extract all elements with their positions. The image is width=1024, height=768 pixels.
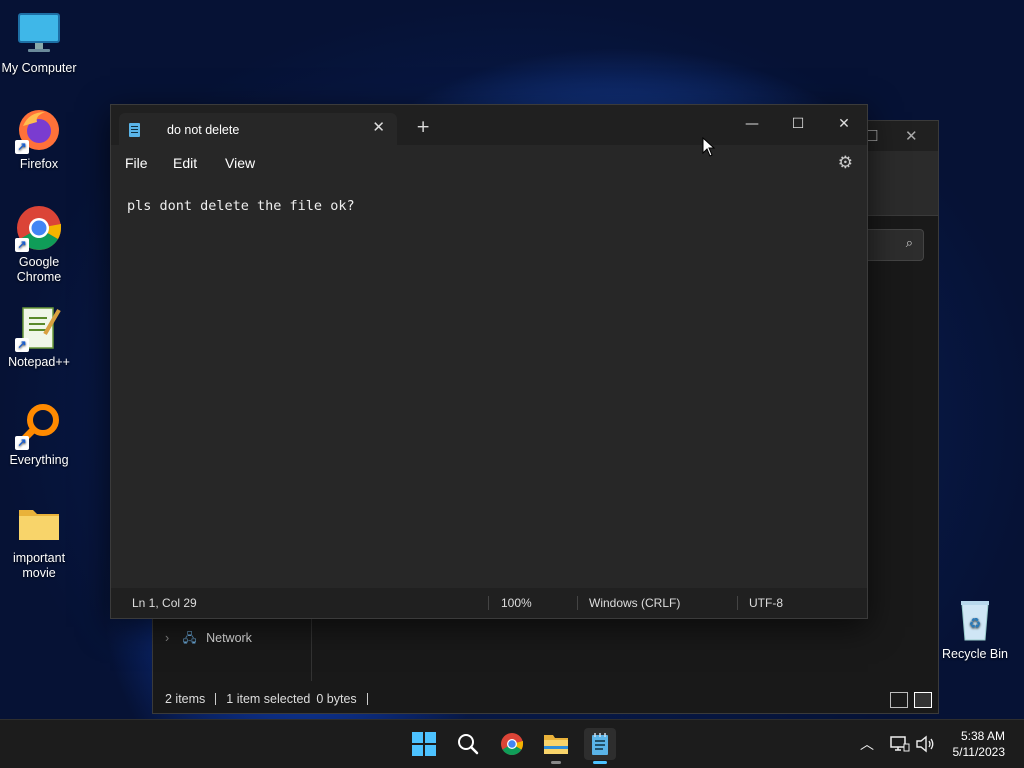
start-button[interactable] (408, 728, 440, 760)
tiles-view-icon[interactable] (914, 692, 932, 708)
divider (488, 596, 489, 610)
taskbar-file-explorer[interactable] (540, 728, 572, 764)
firefox-icon: ↗ (15, 106, 63, 154)
line-ending: Windows (CRLF) (589, 596, 681, 610)
notepad-status-bar: Ln 1, Col 29 100% Windows (CRLF) UTF-8 (111, 588, 867, 618)
divider (215, 693, 217, 705)
notepad-plus-plus-icon: ↗ (15, 304, 63, 352)
item-count: 2 items (165, 692, 206, 706)
divider (737, 596, 738, 610)
new-tab-button[interactable]: + (416, 119, 430, 136)
close-button[interactable]: ✕ (824, 110, 864, 138)
shortcut-arrow-icon: ↗ (15, 140, 29, 154)
taskbar-notepad[interactable] (584, 728, 616, 764)
volume-button[interactable] (915, 720, 935, 768)
divider (577, 596, 578, 610)
chevron-up-icon: ︿ (860, 737, 874, 753)
everything-search-icon: ↗ (15, 402, 63, 450)
windows-logo-icon (412, 732, 436, 756)
desktop-icon-notepad-plus-plus[interactable]: ↗ Notepad++ (1, 304, 77, 370)
speaker-icon (916, 735, 934, 753)
settings-gear-icon[interactable]: ⚙ (838, 153, 853, 173)
desktop-icon-everything[interactable]: ↗ Everything (1, 402, 77, 468)
desktop-icon-important-movie[interactable]: important movie (1, 500, 77, 581)
network-icon: 🖧 (182, 631, 197, 645)
desktop-icon-label: Firefox (19, 157, 59, 171)
maximize-button[interactable]: ☐ (778, 110, 818, 138)
desktop-icon-label: My Computer (1, 61, 77, 75)
nav-item-label: Network (206, 631, 252, 645)
monitor-icon (15, 10, 63, 58)
desktop-icon-label: Notepad++ (8, 355, 70, 369)
mouse-pointer-icon (702, 136, 716, 157)
document-text[interactable]: pls dont delete the file ok? (127, 198, 355, 214)
desktop-icon-label: Recycle Bin (942, 647, 1008, 661)
tab-do-not-delete[interactable]: do not delete ✕ (119, 113, 397, 145)
notepad-window[interactable]: do not delete ✕ + — ☐ ✕ File Edit View ⚙… (110, 104, 868, 619)
svg-text:♻: ♻ (969, 616, 982, 632)
running-indicator (551, 761, 561, 764)
chevron-right-icon[interactable]: › (165, 631, 169, 645)
desktop-icon-firefox[interactable]: ↗ Firefox (1, 106, 77, 172)
menu-view[interactable]: View (225, 155, 255, 171)
menu-edit[interactable]: Edit (173, 155, 197, 171)
shortcut-arrow-icon: ↗ (15, 338, 29, 352)
recycle-bin-icon: ♻ (951, 596, 999, 644)
notepad-icon (592, 733, 608, 755)
minimize-button[interactable]: — (732, 110, 772, 138)
details-view-icon[interactable] (890, 692, 908, 708)
folder-icon (15, 500, 63, 548)
notepad-icon (129, 123, 140, 137)
zoom-level: 100% (501, 596, 532, 610)
divider (366, 693, 368, 705)
search-icon: ⌕ (905, 236, 913, 251)
selection-count: 1 item selected (226, 692, 311, 706)
folder-icon (544, 735, 568, 754)
selection-size: 0 bytes (316, 692, 357, 706)
clock-date: 5/11/2023 (952, 745, 1006, 759)
shortcut-arrow-icon: ↗ (15, 436, 29, 450)
active-indicator (593, 761, 607, 764)
encoding: UTF-8 (749, 596, 783, 610)
search-button[interactable] (452, 728, 484, 760)
text-editor-area[interactable]: pls dont delete the file ok? (111, 181, 867, 588)
search-icon (458, 734, 479, 755)
desktop-icon-label: Everything (9, 453, 69, 467)
desktop-icon-label: Google Chrome (16, 255, 62, 284)
show-hidden-icons-button[interactable]: ︿ (860, 720, 874, 768)
cursor-position: Ln 1, Col 29 (132, 596, 197, 610)
network-icon (890, 736, 910, 752)
tab-close-icon[interactable]: ✕ (372, 118, 385, 136)
close-icon[interactable]: ✕ (905, 127, 918, 145)
clock-time: 5:38 AM (960, 729, 1005, 743)
explorer-status-bar: 2 items 1 item selected 0 bytes (153, 685, 938, 713)
network-status-button[interactable] (890, 720, 910, 768)
desktop-icon-my-computer[interactable]: My Computer (1, 10, 77, 76)
desktop-icon-label: important movie (12, 551, 66, 580)
desktop-icon-google-chrome[interactable]: ↗ Google Chrome (1, 204, 77, 285)
shortcut-arrow-icon: ↗ (15, 238, 29, 252)
taskbar-chrome[interactable] (496, 728, 528, 760)
chrome-icon (501, 733, 523, 755)
desktop-icon-recycle-bin[interactable]: ♻ Recycle Bin (937, 596, 1013, 662)
taskbar: ︿ 5:38 AM 5/11/2023 (0, 719, 1024, 768)
nav-pane-divider[interactable] (311, 611, 312, 681)
menu-bar: File Edit View ⚙ (111, 145, 867, 181)
notepad-titlebar[interactable]: do not delete ✕ + — ☐ ✕ (111, 105, 867, 145)
menu-file[interactable]: File (125, 155, 148, 171)
chrome-icon: ↗ (15, 204, 63, 252)
nav-item-network[interactable]: › 🖧 Network (165, 629, 252, 650)
tab-title: do not delete (167, 123, 240, 137)
clock[interactable]: 5:38 AM 5/11/2023 (953, 728, 1006, 760)
